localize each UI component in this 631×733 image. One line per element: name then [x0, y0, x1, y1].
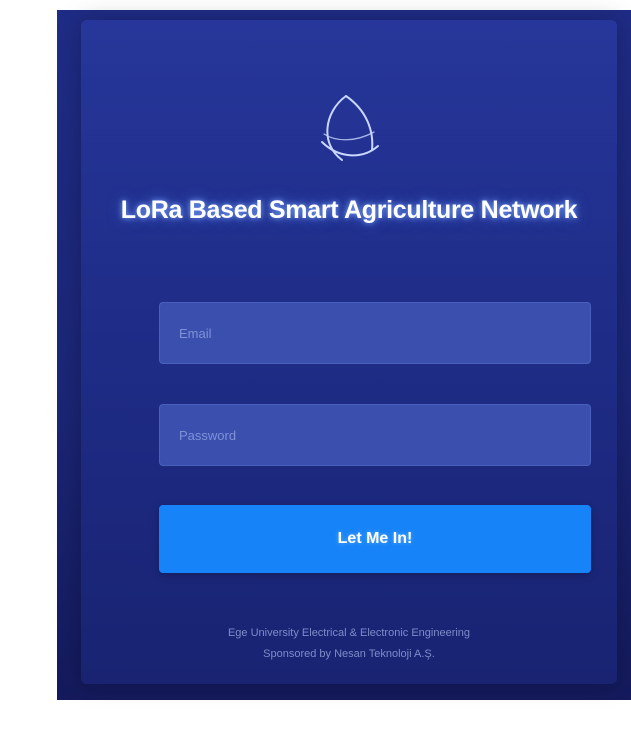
email-field-wrapper: [159, 302, 591, 364]
app-title: LoRa Based Smart Agriculture Network: [120, 196, 578, 224]
login-card: LoRa Based Smart Agriculture Network Let…: [81, 20, 617, 684]
footer: Ege University Electrical & Electronic E…: [121, 623, 577, 665]
login-button[interactable]: Let Me In!: [159, 505, 591, 573]
page-background: LoRa Based Smart Agriculture Network Let…: [57, 10, 631, 700]
email-field[interactable]: [159, 302, 591, 364]
password-field-wrapper: [159, 404, 591, 466]
footer-sponsor: Sponsored by Nesan Teknoloji A.Ş.: [263, 648, 435, 660]
footer-university: Ege University Electrical & Electronic E…: [227, 627, 471, 639]
password-field[interactable]: [159, 404, 591, 466]
globe-orbit-icon: [312, 84, 386, 172]
